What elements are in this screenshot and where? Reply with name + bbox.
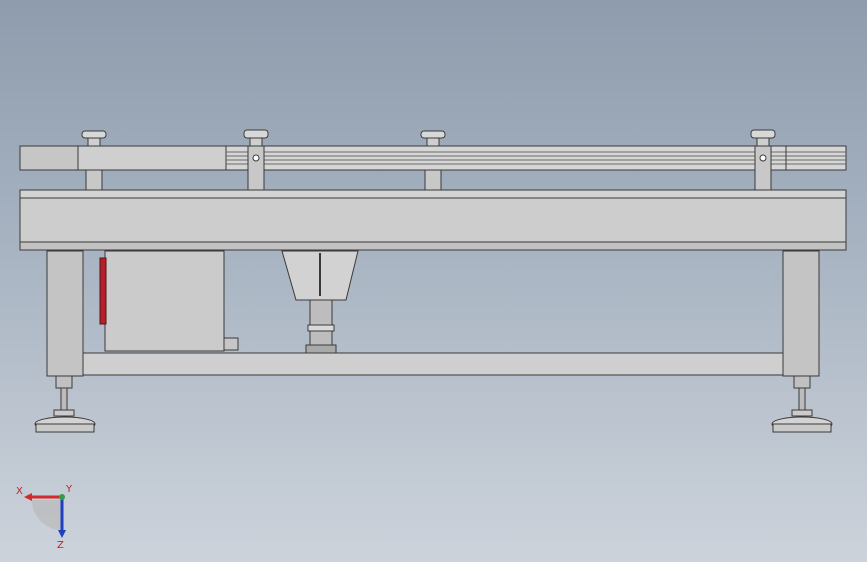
leveling-foot-right [771, 375, 833, 433]
main-beam-body [19, 197, 847, 243]
triad-background-shade [32, 500, 62, 530]
motor-flange [223, 337, 239, 351]
cad-viewport[interactable] [0, 0, 867, 562]
cylinder-rod-base [305, 344, 337, 354]
conveyor-assembly[interactable] [19, 129, 847, 433]
triad-x-label: X [16, 486, 23, 497]
motor-red-indicator [99, 257, 107, 325]
triad-x-arrow [24, 493, 32, 501]
rail-end-block [19, 145, 79, 171]
leveling-foot-left [34, 375, 96, 433]
bottom-crossbeam [82, 352, 784, 376]
triad-z-label: Z [57, 540, 64, 550]
support-post-2 [243, 129, 269, 191]
triad-y-label: Y [65, 484, 73, 495]
triad-y-axis-dot [59, 494, 65, 500]
right-leg [782, 250, 820, 377]
rail-profile [225, 145, 847, 171]
motor-box [104, 250, 225, 352]
triad-z-arrow [58, 530, 66, 538]
main-beam-bottom-flange [19, 241, 847, 251]
rail-guide-section [77, 145, 227, 171]
orientation-triad[interactable]: X Y Z [10, 480, 90, 550]
cylinder-rod-band-1 [307, 324, 335, 332]
support-post-4 [750, 129, 776, 191]
left-leg [46, 250, 84, 377]
main-beam-top-flange [19, 189, 847, 199]
